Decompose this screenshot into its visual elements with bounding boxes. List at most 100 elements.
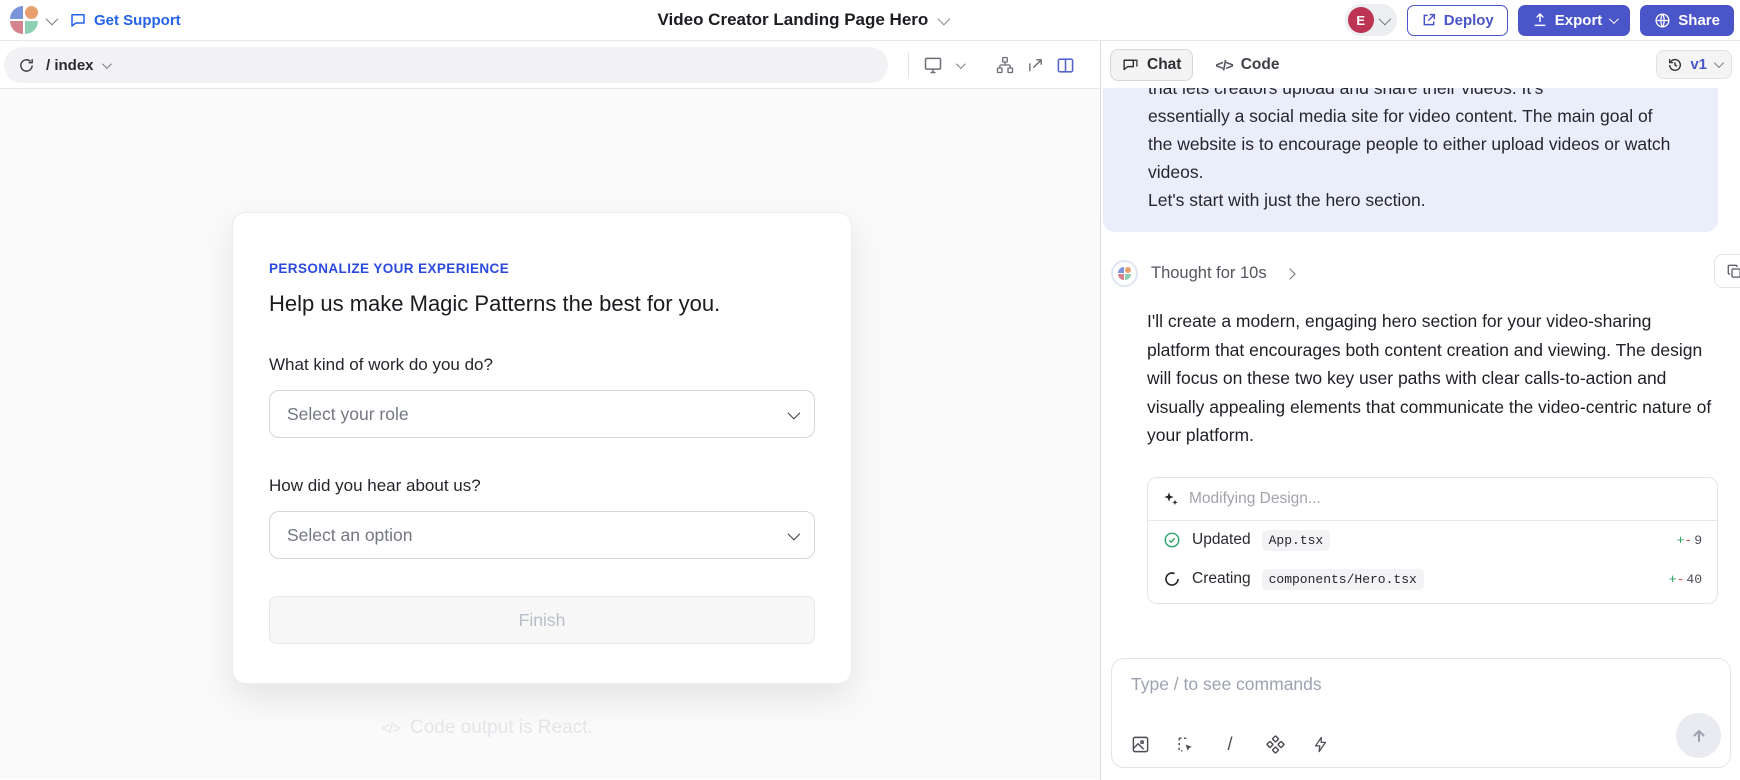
chevron-down-icon bbox=[1714, 58, 1724, 68]
chat-panel: Chat </> Code v1 that lets creators uplo… bbox=[1102, 41, 1740, 780]
user-message-clipped-line: that lets creators upload and share thei… bbox=[1148, 88, 1678, 102]
spinner-icon bbox=[1163, 570, 1181, 588]
personalize-modal: PERSONALIZE YOUR EXPERIENCE Help us make… bbox=[232, 212, 852, 684]
arrow-up-icon bbox=[1689, 726, 1709, 746]
quick-actions-icon[interactable] bbox=[1310, 734, 1330, 754]
open-in-new-tab-icon[interactable] bbox=[1024, 54, 1046, 76]
chevron-down-icon bbox=[46, 12, 59, 25]
copy-message-button[interactable] bbox=[1714, 254, 1740, 288]
copy-icon bbox=[1727, 264, 1740, 279]
share-label: Share bbox=[1678, 12, 1720, 29]
status-card-header: Modifying Design... bbox=[1148, 478, 1717, 521]
check-circle-icon bbox=[1163, 531, 1181, 549]
user-message-para2: Let's start with just the hero section. bbox=[1148, 186, 1678, 214]
tab-chat[interactable]: Chat bbox=[1110, 49, 1193, 81]
export-button[interactable]: Export bbox=[1518, 5, 1631, 36]
tab-code[interactable]: </> Code bbox=[1203, 49, 1291, 81]
select-element-icon[interactable] bbox=[1175, 734, 1195, 754]
composer: / bbox=[1111, 658, 1731, 768]
code-output-label: Code output is React. bbox=[410, 717, 593, 739]
components-icon[interactable] bbox=[1265, 734, 1285, 754]
version-selector[interactable]: v1 bbox=[1656, 50, 1732, 79]
globe-icon bbox=[1654, 12, 1671, 29]
magic-patterns-logo-icon bbox=[1118, 267, 1131, 280]
sparkle-icon bbox=[1163, 491, 1179, 507]
deploy-button[interactable]: Deploy bbox=[1407, 5, 1508, 36]
role-select-value: Select your role bbox=[287, 404, 409, 425]
referral-select-value: Select an option bbox=[287, 525, 413, 546]
share-button[interactable]: Share bbox=[1640, 5, 1734, 36]
toolbar-divider bbox=[908, 53, 909, 77]
magic-patterns-logo-icon bbox=[10, 6, 38, 34]
chevron-down-icon[interactable] bbox=[101, 59, 111, 69]
file-chip[interactable]: App.tsx bbox=[1262, 530, 1331, 551]
chevron-down-icon bbox=[788, 406, 801, 419]
user-message: that lets creators upload and share thei… bbox=[1103, 88, 1718, 232]
top-header: Get Support Video Creator Landing Page H… bbox=[0, 0, 1740, 41]
device-chevron-icon[interactable] bbox=[952, 54, 966, 76]
project-title-menu[interactable]: Video Creator Landing Page Hero bbox=[260, 10, 1345, 30]
slash-command-icon[interactable]: / bbox=[1220, 734, 1240, 754]
status-card: Modifying Design... Updated App.tsx +-9 bbox=[1147, 477, 1718, 604]
chevron-down-icon bbox=[938, 12, 951, 25]
assistant-avatar bbox=[1111, 260, 1138, 287]
status-action: Creating bbox=[1192, 570, 1251, 588]
chevron-down-icon bbox=[1609, 14, 1619, 24]
chat-messages: that lets creators upload and share thei… bbox=[1102, 88, 1740, 608]
refresh-icon[interactable] bbox=[18, 57, 35, 74]
component-tree-icon[interactable] bbox=[994, 54, 1016, 76]
page-title: Video Creator Landing Page Hero bbox=[657, 10, 928, 30]
workspace-menu[interactable] bbox=[10, 6, 55, 34]
deploy-label: Deploy bbox=[1444, 12, 1494, 29]
modal-heading: Help us make Magic Patterns the best for… bbox=[269, 291, 815, 317]
app-window: Get Support Video Creator Landing Page H… bbox=[0, 0, 1740, 780]
status-row-updated[interactable]: Updated App.tsx +-9 bbox=[1148, 521, 1717, 560]
external-link-icon bbox=[1421, 12, 1437, 28]
attach-image-icon[interactable] bbox=[1130, 734, 1150, 754]
get-support-label: Get Support bbox=[94, 12, 181, 29]
referral-select[interactable]: Select an option bbox=[269, 511, 815, 559]
diff-stat: +-9 bbox=[1677, 533, 1702, 548]
chevron-down-icon bbox=[788, 527, 801, 540]
finish-button[interactable]: Finish bbox=[269, 596, 815, 644]
account-menu[interactable]: E bbox=[1345, 4, 1397, 36]
thought-label: Thought for 10s bbox=[1151, 264, 1267, 283]
export-label: Export bbox=[1555, 12, 1603, 29]
modal-eyebrow: PERSONALIZE YOUR EXPERIENCE bbox=[269, 261, 815, 276]
breadcrumb: / index bbox=[46, 57, 109, 74]
preview-toolbar: / index bbox=[0, 41, 1100, 89]
chat-header: Chat </> Code v1 bbox=[1102, 41, 1740, 88]
referral-field-label: How did you hear about us? bbox=[269, 476, 815, 496]
chat-input[interactable] bbox=[1131, 674, 1650, 695]
history-icon bbox=[1667, 57, 1683, 73]
chevron-down-icon bbox=[1378, 12, 1391, 25]
chat-bubble-icon bbox=[69, 11, 87, 29]
file-chip[interactable]: components/Hero.tsx bbox=[1262, 569, 1424, 590]
avatar: E bbox=[1348, 7, 1374, 33]
version-label: v1 bbox=[1690, 56, 1707, 73]
url-bar[interactable]: / index bbox=[4, 47, 888, 83]
code-icon: </> bbox=[381, 720, 400, 737]
assistant-message: I'll create a modern, engaging hero sect… bbox=[1147, 307, 1715, 450]
status-row-creating[interactable]: Creating components/Hero.tsx +-40 bbox=[1148, 560, 1717, 603]
get-support-link[interactable]: Get Support bbox=[69, 11, 181, 29]
preview-panel: / index bbox=[0, 41, 1101, 780]
code-output-note: </> Code output is React. bbox=[177, 717, 797, 739]
role-field-label: What kind of work do you do? bbox=[269, 355, 815, 375]
preview-viewport: PERSONALIZE YOUR EXPERIENCE Help us make… bbox=[0, 89, 1100, 779]
role-select[interactable]: Select your role bbox=[269, 390, 815, 438]
split-view-icon[interactable] bbox=[1054, 54, 1076, 76]
diff-stat: +-40 bbox=[1669, 572, 1702, 587]
chat-bubble-icon bbox=[1122, 56, 1139, 73]
send-button[interactable] bbox=[1676, 713, 1721, 758]
status-card-title: Modifying Design... bbox=[1189, 490, 1321, 508]
tab-chat-label: Chat bbox=[1147, 56, 1181, 74]
chevron-right-icon[interactable] bbox=[1284, 268, 1295, 279]
upload-icon bbox=[1532, 12, 1548, 28]
composer-toolbar: / bbox=[1130, 734, 1330, 754]
tab-code-label: Code bbox=[1241, 56, 1280, 74]
thought-row[interactable]: Thought for 10s bbox=[1111, 260, 1740, 287]
device-desktop-icon[interactable] bbox=[922, 54, 944, 76]
user-message-para1: essentially a social media site for vide… bbox=[1148, 102, 1678, 186]
code-icon: </> bbox=[1215, 57, 1232, 73]
